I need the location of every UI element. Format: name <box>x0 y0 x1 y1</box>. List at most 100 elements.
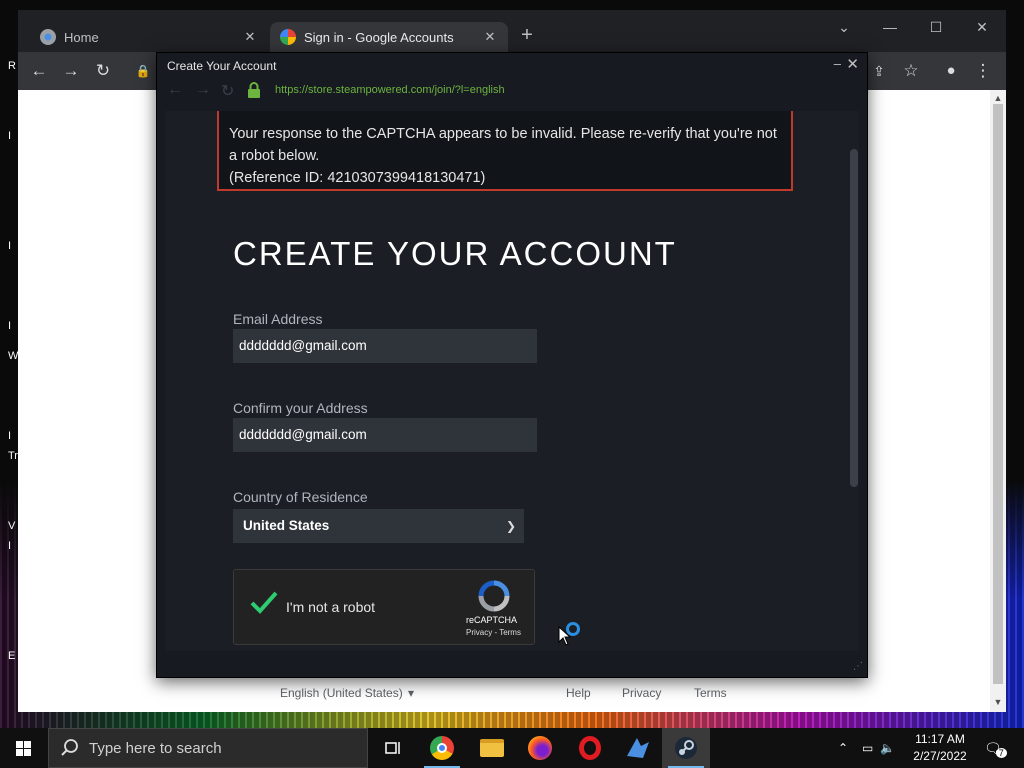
steam-scrollbar[interactable] <box>847 111 859 651</box>
share-icon[interactable]: ⇪ <box>866 58 892 84</box>
close-window-button[interactable]: ✕ <box>962 14 1002 40</box>
taskbar-firefox[interactable] <box>516 728 564 768</box>
volume-icon[interactable]: 🔈 <box>880 728 895 768</box>
help-link[interactable]: Help <box>566 686 591 700</box>
privacy-link[interactable]: Privacy <box>622 686 661 700</box>
country-label: Country of Residence <box>233 489 368 505</box>
confirm-email-label: Confirm your Address <box>233 400 368 416</box>
steam-icon <box>675 737 697 759</box>
desktop-icon-label[interactable]: I <box>8 430 11 442</box>
close-icon[interactable]: ✕ <box>242 29 258 45</box>
taskbar-chrome[interactable] <box>418 728 466 768</box>
task-view-icon <box>385 742 400 754</box>
tab-home[interactable]: Home ✕ <box>30 22 268 52</box>
reload-icon[interactable]: ↻ <box>90 58 116 84</box>
reload-icon[interactable]: ↻ <box>221 81 234 101</box>
windows-logo-icon <box>16 741 31 756</box>
tab-title: Home <box>64 29 99 45</box>
taskbar-app-bird[interactable] <box>614 728 662 768</box>
country-select[interactable]: United States ❯ <box>233 509 524 543</box>
desktop-icon-label[interactable]: E <box>8 650 15 662</box>
steam-page: Your response to the CAPTCHA appears to … <box>165 111 859 651</box>
confirm-email-field[interactable]: ddddddd@gmail.com <box>233 418 537 452</box>
steam-navbar: ← → ↻ https://store.steampowered.com/joi… <box>157 77 867 105</box>
taskbar-clock[interactable]: 11:17 AM 2/27/2022 <box>908 731 972 765</box>
folder-icon <box>480 739 504 757</box>
close-icon[interactable]: ✕ <box>482 29 498 45</box>
profile-icon[interactable]: ● <box>938 58 964 84</box>
page-scrollbar[interactable]: ▲ ▼ <box>990 90 1006 712</box>
language-selector[interactable]: English (United States) <box>280 686 403 700</box>
search-placeholder: Type here to search <box>89 739 222 757</box>
email-field[interactable]: ddddddd@gmail.com <box>233 329 537 363</box>
tab-search-icon[interactable]: ⌄ <box>824 14 864 40</box>
taskbar-search-input[interactable]: Type here to search <box>48 728 368 768</box>
window-footer: ⋰ <box>157 653 867 677</box>
recaptcha-brand: reCAPTCHA <box>466 615 518 625</box>
error-reference: (Reference ID: 4210307399418130471) <box>229 170 486 186</box>
chrome-icon <box>430 736 454 760</box>
desktop-icon-label[interactable]: Tr <box>8 450 18 462</box>
recaptcha-widget[interactable]: I'm not a robot reCAPTCHA Privacy - Term… <box>233 569 535 645</box>
minimize-button[interactable]: – <box>834 56 841 71</box>
search-icon <box>61 739 78 756</box>
resize-grip-icon[interactable]: ⋰ <box>853 661 863 672</box>
url-display[interactable]: https://store.steampowered.com/join/?l=e… <box>275 84 505 96</box>
lock-icon[interactable]: 🔒 <box>130 58 156 84</box>
window-title: Create Your Account <box>167 59 277 73</box>
country-value: United States <box>243 518 330 533</box>
back-icon[interactable]: ← <box>167 81 183 99</box>
error-text: Your response to the CAPTCHA appears to … <box>229 126 777 164</box>
taskbar-steam[interactable] <box>662 728 710 768</box>
desktop-icon-labels: R I I I W I Tr V I E <box>0 50 20 670</box>
forward-icon[interactable]: → <box>58 58 84 84</box>
checkmark-icon[interactable] <box>248 586 280 618</box>
maximize-button[interactable]: ☐ <box>916 14 956 40</box>
tab-google-signin[interactable]: Sign in - Google Accounts ✕ <box>270 22 508 52</box>
chrome-favicon-icon <box>40 29 56 45</box>
opera-icon <box>579 736 601 760</box>
menu-icon[interactable]: ⋮ <box>970 58 996 84</box>
clock-time: 11:17 AM <box>915 732 965 746</box>
chevron-down-icon: ❯ <box>505 519 516 533</box>
taskbar-file-explorer[interactable] <box>468 728 516 768</box>
recaptcha-links[interactable]: Privacy - Terms <box>466 628 521 637</box>
desktop-icon-label[interactable]: R <box>8 60 16 72</box>
email-label: Email Address <box>233 311 323 327</box>
firefox-icon <box>528 736 552 760</box>
bird-app-icon <box>627 738 649 758</box>
back-icon[interactable]: ← <box>26 58 52 84</box>
desktop-icon-label[interactable]: I <box>8 320 11 332</box>
start-button[interactable] <box>0 728 48 768</box>
new-tab-button[interactable]: + <box>516 24 538 46</box>
clock-date: 2/27/2022 <box>913 749 967 763</box>
network-icon[interactable]: ▭ <box>862 728 873 768</box>
notification-center-icon[interactable]: 🗨 7 <box>984 728 1007 768</box>
captcha-error-message: Your response to the CAPTCHA appears to … <box>217 111 793 191</box>
google-favicon-icon <box>280 29 296 45</box>
task-view-button[interactable] <box>368 728 416 768</box>
steam-create-account-window: Create Your Account – ✕ ← → ↻ https://st… <box>156 52 868 678</box>
scroll-thumb[interactable] <box>850 149 858 487</box>
scroll-thumb[interactable] <box>993 104 1003 684</box>
terms-link[interactable]: Terms <box>694 686 727 700</box>
taskbar-opera[interactable] <box>566 728 614 768</box>
recaptcha-logo-icon <box>478 580 510 612</box>
chevron-down-icon[interactable]: ▾ <box>408 686 414 700</box>
scroll-down-icon[interactable]: ▼ <box>992 696 1004 708</box>
desktop-icon-label[interactable]: I <box>8 130 11 142</box>
bookmark-star-icon[interactable]: ☆ <box>898 58 924 84</box>
desktop-icon-label[interactable]: W <box>8 350 18 362</box>
scroll-up-icon[interactable]: ▲ <box>992 92 1004 104</box>
tab-bar: Home ✕ Sign in - Google Accounts ✕ + ⌄ —… <box>18 10 1006 52</box>
tab-title: Sign in - Google Accounts <box>304 29 454 45</box>
captcha-label: I'm not a robot <box>286 599 376 615</box>
close-button[interactable]: ✕ <box>846 55 859 73</box>
minimize-button[interactable]: — <box>870 14 910 40</box>
show-hidden-icons[interactable]: ⌃ <box>838 728 848 768</box>
desktop-icon-label[interactable]: I <box>8 240 11 252</box>
desktop-icon-label[interactable]: I <box>8 540 11 552</box>
desktop-icon-label[interactable]: V <box>8 520 15 532</box>
forward-icon[interactable]: → <box>195 81 211 99</box>
taskbar: Type here to search ⌃ ▭ 🔈 11:17 AM 2/27/… <box>0 728 1024 768</box>
